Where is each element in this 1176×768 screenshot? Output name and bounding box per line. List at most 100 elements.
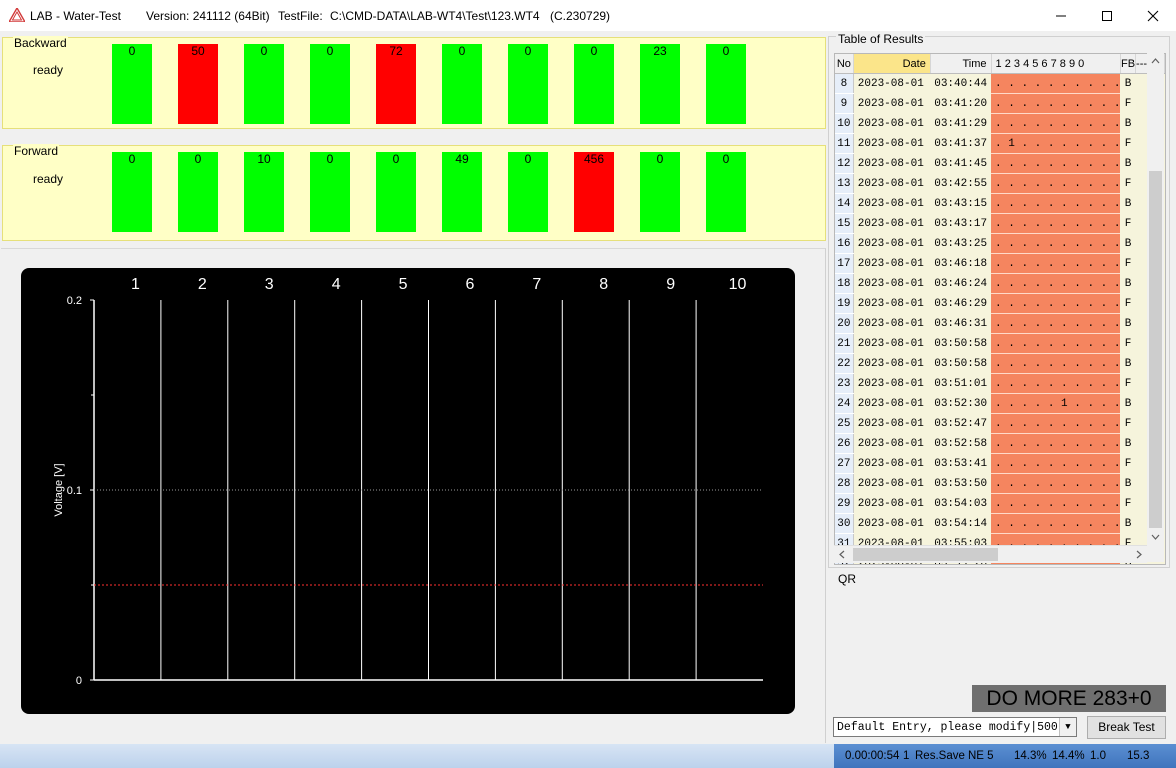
- header-no[interactable]: No: [835, 54, 854, 74]
- table-row[interactable]: 16 2023-08-01 03:43:25. . . . . . . . . .B: [835, 233, 1165, 254]
- row-no: 17: [835, 253, 854, 274]
- row-date: 2023-08-01: [853, 173, 931, 194]
- row-fb: F: [1120, 293, 1136, 314]
- table-row[interactable]: 27 2023-08-01 03:53:41. . . . . . . . . .F: [835, 453, 1165, 474]
- row-result: . . . . . . . . . .: [991, 113, 1121, 134]
- table-row[interactable]: 17 2023-08-01 03:46:18. . . . . . . . . .F: [835, 253, 1165, 274]
- row-result: . . . . . . . . . .: [991, 493, 1121, 514]
- forward-meter-8: 456: [574, 152, 614, 232]
- backward-meter-7: 0: [508, 44, 548, 124]
- results-grid[interactable]: No Date Time 1 2 3 4 5 6 7 8 9 0 FB --- …: [834, 53, 1166, 565]
- backward-meter-8: 0: [574, 44, 614, 124]
- row-date: 2023-08-01: [853, 93, 931, 114]
- scroll-left-icon[interactable]: [834, 546, 851, 563]
- backward-meter-2: 50: [178, 44, 218, 124]
- voltage-chart: 1 2 3 4 5 6 7 8 9 10 0.2 0.1 0 Voltage [V]: [21, 268, 795, 714]
- close-button[interactable]: [1130, 0, 1176, 31]
- status-v1: 1.0: [1090, 750, 1106, 762]
- status-count: 1: [903, 750, 910, 762]
- row-time: 03:51:01: [930, 373, 992, 394]
- table-row[interactable]: 15 2023-08-01 03:43:17. . . . . . . . . .F: [835, 213, 1165, 234]
- backward-panel: Backward ready 0 50 0 0 72 0 0 0 23 0: [2, 36, 826, 129]
- header-date[interactable]: Date: [853, 54, 931, 74]
- table-row[interactable]: 29 2023-08-01 03:54:03. . . . . . . . . .F: [835, 493, 1165, 514]
- row-date: 2023-08-01: [853, 473, 931, 494]
- results-vertical-scrollbar[interactable]: [1147, 53, 1164, 545]
- table-row[interactable]: 20 2023-08-01 03:46:31. . . . . . . . . .B: [835, 313, 1165, 334]
- table-row[interactable]: 28 2023-08-01 03:53:50. . . . . . . . . .B: [835, 473, 1165, 494]
- table-row[interactable]: 21 2023-08-01 03:50:58. . . . . . . . . .F: [835, 333, 1165, 354]
- row-time: 03:54:03: [930, 493, 992, 514]
- app-logo-icon: [9, 8, 25, 22]
- row-date: 2023-08-01: [853, 73, 931, 94]
- row-time: 03:46:18: [930, 253, 992, 274]
- row-time: 03:41:29: [930, 113, 992, 134]
- row-date: 2023-08-01: [853, 213, 931, 234]
- scroll-down-icon[interactable]: [1147, 528, 1164, 545]
- results-header-row: No Date Time 1 2 3 4 5 6 7 8 9 0 FB ---: [835, 54, 1165, 74]
- row-time: 03:52:47: [930, 413, 992, 434]
- scroll-up-icon[interactable]: [1147, 53, 1164, 70]
- table-row[interactable]: 22 2023-08-01 03:50:58. . . . . . . . . .B: [835, 353, 1165, 374]
- row-no: 12: [835, 153, 854, 174]
- table-row[interactable]: 8 2023-08-01 03:40:44. . . . . . . . . .B: [835, 73, 1165, 94]
- row-fb: B: [1120, 233, 1136, 254]
- channel-label: 4: [332, 276, 341, 293]
- table-row[interactable]: 26 2023-08-01 03:52:58. . . . . . . . . .B: [835, 433, 1165, 454]
- forward-meter-1: 0: [112, 152, 152, 232]
- table-row[interactable]: 24 2023-08-01 03:52:30. . . . . 1 . . . .B: [835, 393, 1165, 414]
- table-row[interactable]: 23 2023-08-01 03:51:01. . . . . . . . . .F: [835, 373, 1165, 394]
- row-result: . . . . . . . . . .: [991, 313, 1121, 334]
- table-row[interactable]: 10 2023-08-01 03:41:29. . . . . . . . . .B: [835, 113, 1165, 134]
- header-fb[interactable]: FB: [1120, 54, 1137, 74]
- y-axis-label: Voltage [V]: [53, 463, 65, 516]
- horizontal-scroll-thumb[interactable]: [853, 548, 998, 561]
- row-result: . . . . . . . . . .: [991, 413, 1121, 434]
- vertical-scroll-thumb[interactable]: [1149, 171, 1162, 528]
- table-row[interactable]: 13 2023-08-01 03:42:55. . . . . . . . . .F: [835, 173, 1165, 194]
- table-row[interactable]: 9 2023-08-01 03:41:20. . . . . . . . . .F: [835, 93, 1165, 114]
- table-row[interactable]: 19 2023-08-01 03:46:29. . . . . . . . . .F: [835, 293, 1165, 314]
- row-date: 2023-08-01: [853, 113, 931, 134]
- dropdown-arrow-icon[interactable]: ▼: [1059, 718, 1076, 736]
- minimize-button[interactable]: [1038, 0, 1084, 31]
- table-row[interactable]: 18 2023-08-01 03:46:24. . . . . . . . . .B: [835, 273, 1165, 294]
- channel-label: 2: [198, 276, 207, 293]
- testfile-label: TestFile:: [278, 9, 323, 23]
- row-fb: B: [1120, 193, 1136, 214]
- header-channels[interactable]: 1 2 3 4 5 6 7 8 9 0: [991, 54, 1121, 74]
- row-no: 9: [835, 93, 854, 114]
- row-fb: B: [1120, 433, 1136, 454]
- break-test-button[interactable]: Break Test: [1087, 716, 1166, 739]
- row-date: 2023-08-01: [853, 293, 931, 314]
- row-fb: F: [1120, 133, 1136, 154]
- row-no: 30: [835, 513, 854, 534]
- table-row[interactable]: 14 2023-08-01 03:43:15. . . . . . . . . .B: [835, 193, 1165, 214]
- row-date: 2023-08-01: [853, 253, 931, 274]
- row-time: 03:53:50: [930, 473, 992, 494]
- row-no: 14: [835, 193, 854, 214]
- backward-meter-4: 0: [310, 44, 350, 124]
- scroll-right-icon[interactable]: [1130, 546, 1147, 563]
- row-no: 22: [835, 353, 854, 374]
- row-no: 10: [835, 113, 854, 134]
- backward-meter-9: 23: [640, 44, 680, 124]
- row-fb: F: [1120, 93, 1136, 114]
- row-no: 25: [835, 413, 854, 434]
- entry-combo[interactable]: Default Entry, please modify|500 ▼: [833, 717, 1077, 737]
- table-row[interactable]: 11 2023-08-01 03:41:37. 1 . . . . . . . .F: [835, 133, 1165, 154]
- header-time[interactable]: Time: [930, 54, 992, 74]
- forward-meter-5: 0: [376, 152, 416, 232]
- table-row[interactable]: 30 2023-08-01 03:54:14. . . . . . . . . .B: [835, 513, 1165, 534]
- table-row[interactable]: 25 2023-08-01 03:52:47. . . . . . . . . .F: [835, 413, 1165, 434]
- row-fb: B: [1120, 393, 1136, 414]
- app-title: LAB - Water-Test: [30, 9, 121, 23]
- forward-meter-3: 10: [244, 152, 284, 232]
- row-fb: F: [1120, 453, 1136, 474]
- status-pct1: 14.3%: [1014, 750, 1047, 762]
- maximize-button[interactable]: [1084, 0, 1130, 31]
- table-row[interactable]: 12 2023-08-01 03:41:45. . . . . . . . . .B: [835, 153, 1165, 174]
- row-time: 03:46:29: [930, 293, 992, 314]
- row-fb: B: [1120, 113, 1136, 134]
- results-horizontal-scrollbar[interactable]: [834, 545, 1147, 563]
